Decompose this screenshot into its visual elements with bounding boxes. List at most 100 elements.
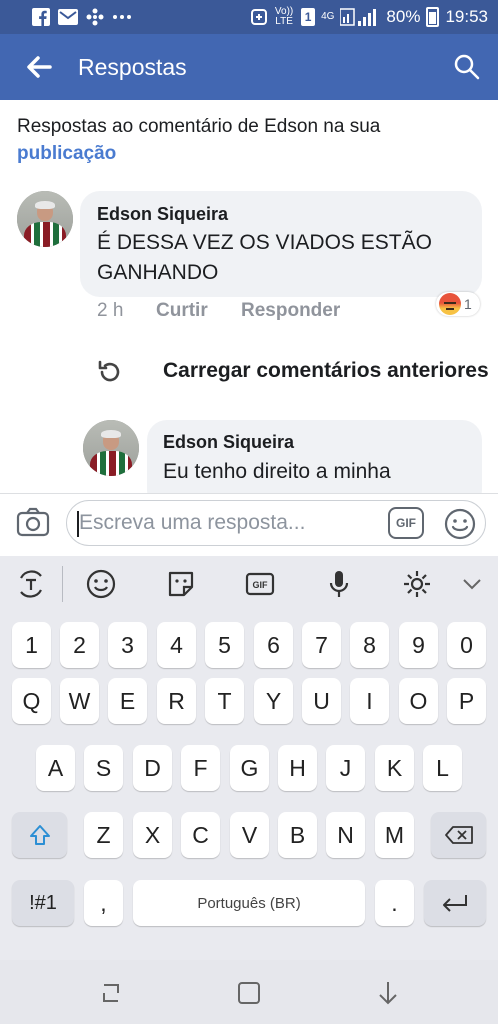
post-link[interactable]: publicação xyxy=(17,140,487,167)
key-y[interactable]: Y xyxy=(254,678,293,724)
chevron-down-icon[interactable] xyxy=(456,568,488,600)
reply-author[interactable]: Edson Siqueira xyxy=(163,432,294,453)
battery-icon xyxy=(426,7,440,27)
key-5[interactable]: 5 xyxy=(205,622,244,668)
like-button[interactable]: Curtir xyxy=(156,300,208,322)
comment-author[interactable]: Edson Siqueira xyxy=(97,204,228,225)
signal-icon xyxy=(340,8,377,26)
keyboard: GIF 1 2 3 4 5 6 7 8 9 0 Q W E R T Y U I … xyxy=(0,556,498,960)
key-a[interactable]: A xyxy=(36,745,75,791)
key-1[interactable]: 1 xyxy=(12,622,51,668)
sim-1-icon: 1 xyxy=(301,8,316,26)
sticker-icon[interactable] xyxy=(165,568,197,600)
microphone-icon[interactable] xyxy=(323,568,355,600)
key-b[interactable]: B xyxy=(278,812,317,858)
load-previous-label: Carregar comentários anteriores xyxy=(163,359,489,382)
angry-reaction-icon xyxy=(439,293,461,315)
camera-icon[interactable] xyxy=(16,507,50,537)
clock: 19:53 xyxy=(445,7,488,26)
gif-icon[interactable]: GIF xyxy=(244,568,276,600)
reply-input[interactable]: Escreva uma resposta... GIF xyxy=(66,500,486,546)
backspace-key[interactable] xyxy=(431,812,486,858)
key-q[interactable]: Q xyxy=(12,678,51,724)
volte-icon: Vo)) LTE xyxy=(274,6,294,27)
key-n[interactable]: N xyxy=(326,812,365,858)
battery-percent: 80% xyxy=(386,7,421,26)
reply-text: Eu tenho direito a minha xyxy=(163,460,391,483)
key-s[interactable]: S xyxy=(84,745,123,791)
space-key[interactable]: Português (BR) xyxy=(133,880,365,926)
key-3[interactable]: 3 xyxy=(108,622,147,668)
recent-apps-icon[interactable] xyxy=(96,978,126,1008)
key-l[interactable]: L xyxy=(423,745,462,791)
reply-composer: Escreva uma resposta... GIF xyxy=(0,493,498,555)
period-key[interactable]: . xyxy=(375,880,414,926)
load-previous-comments[interactable]: Carregar comentários anteriores xyxy=(0,352,498,392)
key-d[interactable]: D xyxy=(133,745,172,791)
key-m[interactable]: M xyxy=(375,812,414,858)
key-j[interactable]: J xyxy=(326,745,365,791)
gif-button[interactable]: GIF xyxy=(388,507,424,539)
key-r[interactable]: R xyxy=(157,678,196,724)
key-4[interactable]: 4 xyxy=(157,622,196,668)
key-x[interactable]: X xyxy=(133,812,172,858)
toolbar-divider xyxy=(62,566,63,602)
avatar[interactable] xyxy=(83,420,139,476)
key-k[interactable]: K xyxy=(375,745,414,791)
svg-text:GIF: GIF xyxy=(253,580,269,590)
key-v[interactable]: V xyxy=(230,812,269,858)
key-z[interactable]: Z xyxy=(84,812,123,858)
key-u[interactable]: U xyxy=(302,678,341,724)
shift-key[interactable] xyxy=(12,812,67,858)
replies-intro: Respostas ao comentário de Edson na sua … xyxy=(17,113,487,167)
settings-icon[interactable] xyxy=(401,568,433,600)
key-f[interactable]: F xyxy=(181,745,220,791)
keyboard-toolbar: GIF xyxy=(0,556,498,612)
key-9[interactable]: 9 xyxy=(399,622,438,668)
key-e[interactable]: E xyxy=(108,678,147,724)
key-t[interactable]: T xyxy=(205,678,244,724)
back-icon[interactable] xyxy=(373,978,403,1008)
key-h[interactable]: H xyxy=(278,745,317,791)
gmail-icon xyxy=(58,9,78,25)
emoji-icon[interactable] xyxy=(443,507,477,541)
arrow-left-icon xyxy=(27,56,52,78)
home-icon[interactable] xyxy=(234,978,264,1008)
key-2[interactable]: 2 xyxy=(60,622,99,668)
key-o[interactable]: O xyxy=(399,678,438,724)
page-title: Respostas xyxy=(78,53,187,80)
comma-key[interactable]: , xyxy=(84,880,123,926)
backspace-icon xyxy=(444,826,473,844)
search-icon[interactable] xyxy=(452,52,482,82)
reply-placeholder: Escreva uma resposta... xyxy=(79,511,306,534)
facebook-icon xyxy=(32,8,50,26)
intro-text: Respostas ao comentário de Edson na sua xyxy=(17,116,381,137)
key-c[interactable]: C xyxy=(181,812,220,858)
reply-button[interactable]: Responder xyxy=(241,300,340,322)
navigation-bar xyxy=(0,960,498,1024)
key-i[interactable]: I xyxy=(350,678,389,724)
enter-icon xyxy=(443,895,467,912)
key-6[interactable]: 6 xyxy=(254,622,293,668)
back-button[interactable] xyxy=(0,34,78,100)
key-0[interactable]: 0 xyxy=(447,622,486,668)
enter-key[interactable] xyxy=(424,880,486,926)
avatar[interactable] xyxy=(17,191,73,247)
symbols-key[interactable]: !#1 xyxy=(12,880,74,926)
pinwheel-icon xyxy=(86,8,104,26)
emoji-icon[interactable] xyxy=(85,568,117,600)
key-p[interactable]: P xyxy=(447,678,486,724)
key-8[interactable]: 8 xyxy=(350,622,389,668)
key-7[interactable]: 7 xyxy=(302,622,341,668)
comment-time: 2 h xyxy=(97,300,124,321)
translate-icon[interactable] xyxy=(15,568,47,600)
status-bar: Vo)) LTE 1 4G 80% 19:53 xyxy=(0,0,498,34)
comment-text: É DESSA VEZ OS VIADOS ESTÃO GANHANDO xyxy=(97,231,432,284)
reaction-summary[interactable]: 1 xyxy=(436,292,480,316)
key-g[interactable]: G xyxy=(230,745,269,791)
key-w[interactable]: W xyxy=(60,678,99,724)
app-header: Respostas xyxy=(0,34,498,100)
data-saver-icon xyxy=(251,9,268,25)
reaction-count: 1 xyxy=(464,296,472,312)
more-dots-icon xyxy=(113,15,131,19)
